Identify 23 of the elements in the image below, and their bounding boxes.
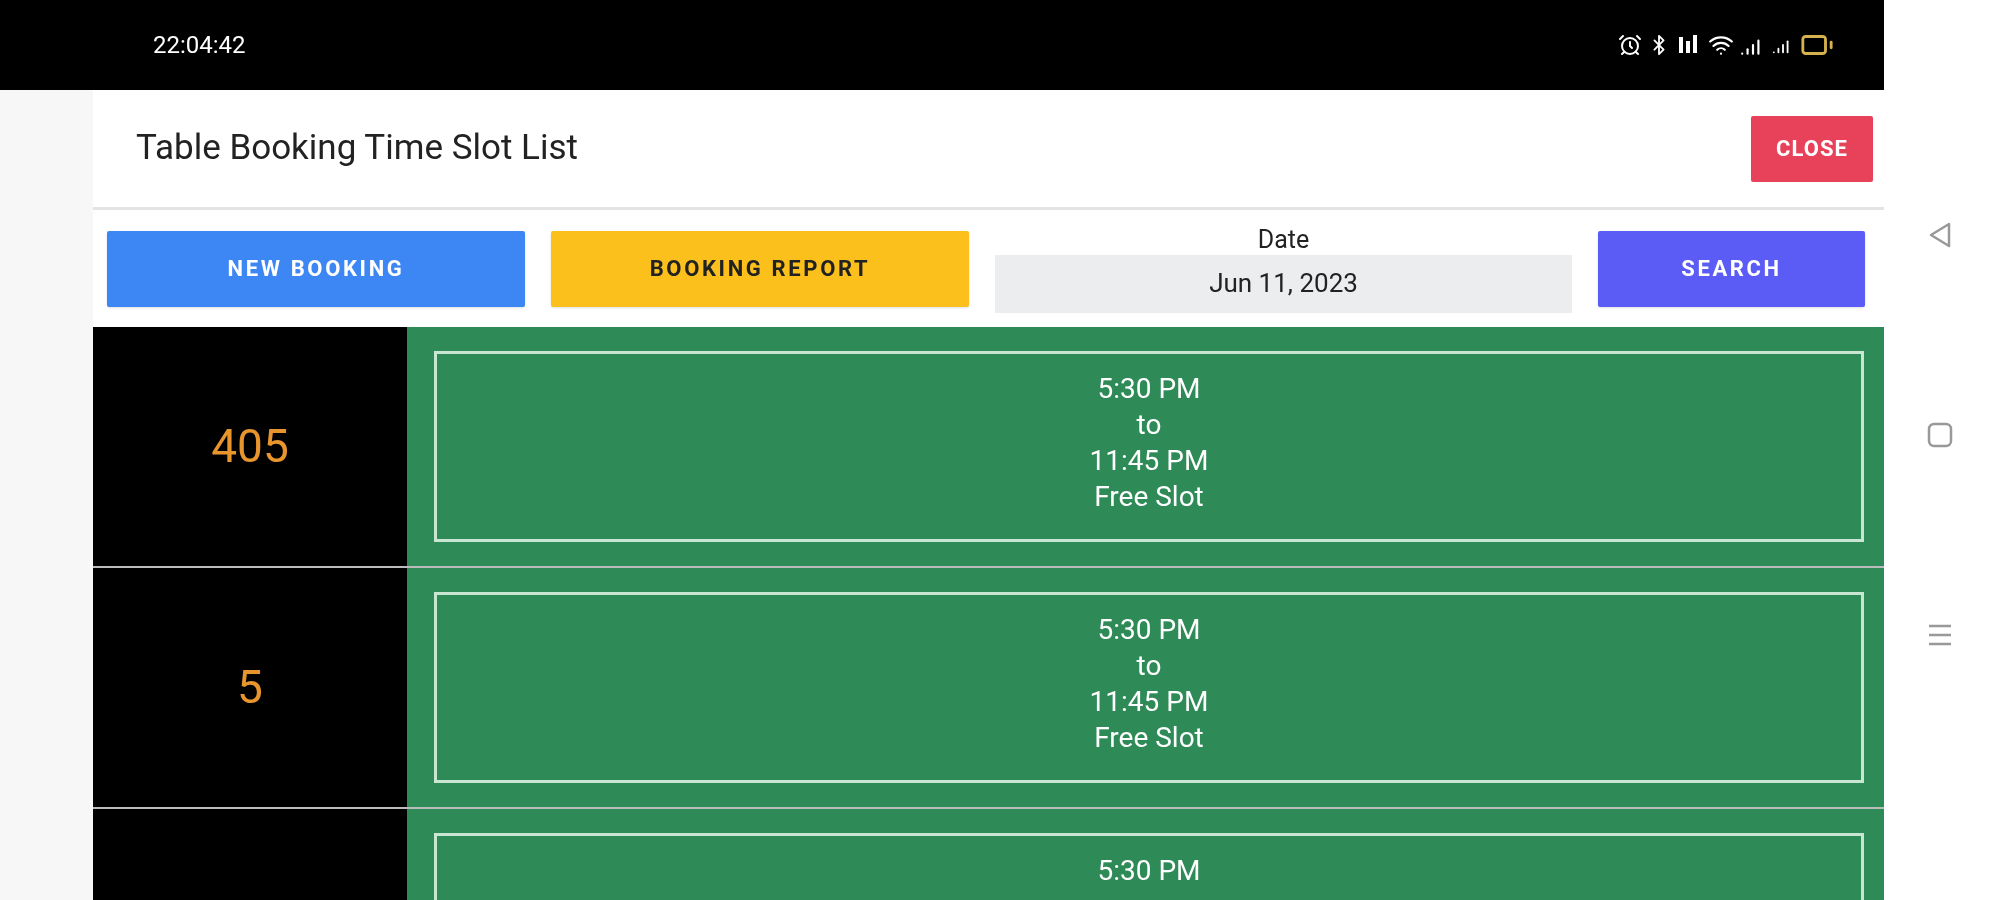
time-slot[interactable]: 5:30 PM to 11:45 PM Free Slot	[434, 592, 1864, 783]
date-label: Date	[1257, 224, 1310, 255]
slot-text: Free Slot	[1094, 720, 1204, 756]
slot-text: 5:30 PM	[1097, 853, 1201, 889]
search-button[interactable]: SEARCH	[1598, 230, 1865, 307]
slot-text: 11:45 PM	[1089, 443, 1209, 479]
dialog-title: Table Booking Time Slot List	[136, 126, 578, 171]
table-number: 405	[211, 418, 289, 475]
slot-text: 11:45 PM	[1089, 684, 1209, 720]
new-booking-button[interactable]: NEW BOOKING	[107, 230, 525, 307]
slot-text: Free Slot	[1094, 479, 1204, 515]
slot-text: 5:30 PM	[1097, 612, 1201, 648]
slot-text: 5:30 PM	[1097, 371, 1201, 407]
alarm-icon	[1618, 33, 1642, 57]
date-field[interactable]: Jun 11, 2023	[995, 254, 1572, 313]
status-time: 22:04:42	[153, 30, 246, 61]
slot-text: to	[1136, 648, 1162, 684]
close-button[interactable]: CLOSE	[1751, 115, 1873, 182]
time-slot[interactable]: 5:30 PM to 11:45 PM Free Slot	[434, 351, 1864, 542]
slot-text: to	[1136, 407, 1162, 443]
booking-report-button[interactable]: BOOKING REPORT	[551, 230, 969, 307]
time-slot[interactable]: 5:30 PM	[434, 833, 1864, 900]
table-number: 5	[237, 659, 263, 716]
